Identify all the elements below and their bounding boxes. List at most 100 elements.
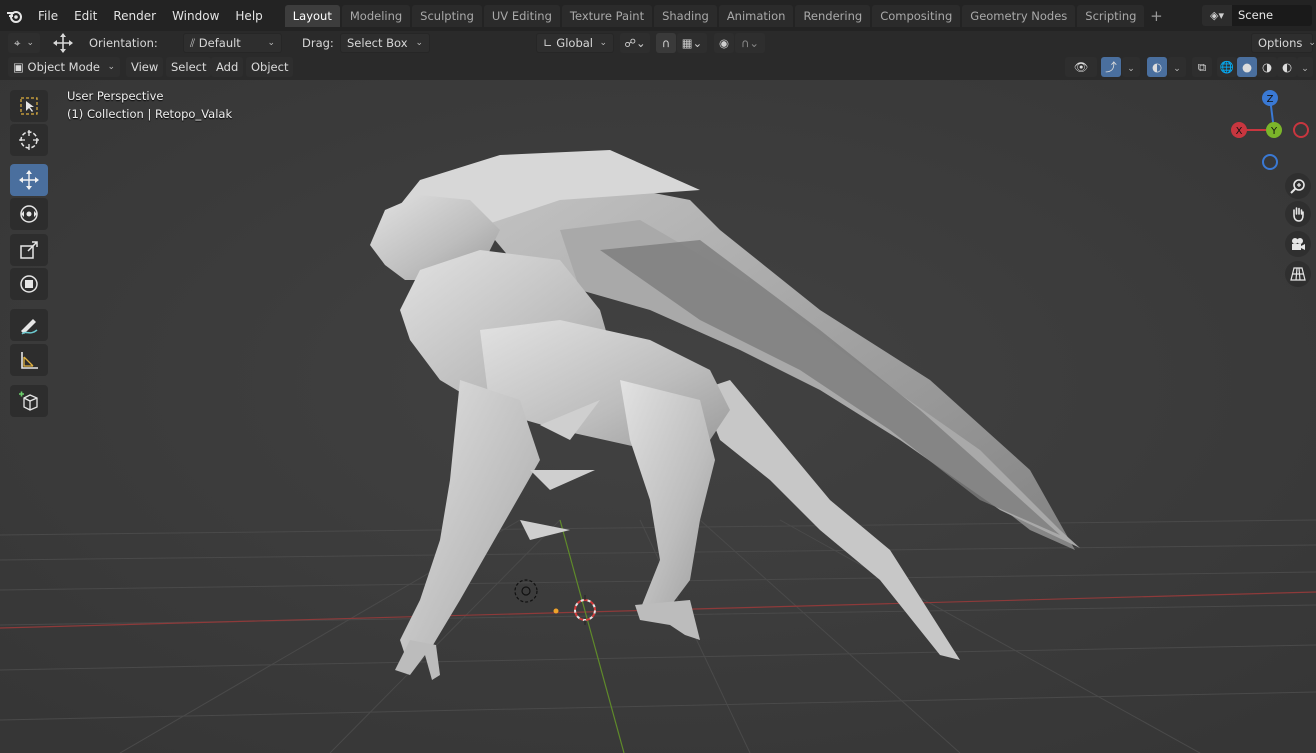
tool-select-box[interactable] (10, 90, 48, 122)
orientation-dropdown[interactable]: ⫽ Default ⌄ (183, 33, 282, 53)
add-workspace-button[interactable]: + (1146, 7, 1166, 25)
chevron-down-icon: ⌄ (1308, 38, 1316, 48)
visibility-dropdown[interactable]: 👁⌄ (1065, 57, 1097, 94)
measure-icon (21, 352, 38, 369)
solid-sphere-icon: ● (1241, 60, 1253, 74)
options-label: Options (1258, 36, 1303, 50)
scene-icon[interactable]: ◈▾ (1202, 5, 1232, 26)
tab-rendering[interactable]: Rendering (795, 4, 871, 27)
blender-logo-icon[interactable] (0, 0, 30, 31)
perspective-toggle-button[interactable] (1285, 261, 1311, 287)
menu-file[interactable]: File (30, 5, 66, 27)
tool-cursor[interactable] (10, 124, 48, 156)
gizmo-dropdown[interactable]: ⌄ (1122, 57, 1140, 77)
material-sphere-icon: ◑ (1261, 60, 1273, 74)
tab-uv-editing[interactable]: UV Editing (483, 4, 560, 27)
transform-orientation-value: Global (556, 36, 593, 50)
falloff-curve-icon: ∩⌄ (740, 36, 760, 50)
tool-transform[interactable] (10, 268, 48, 300)
mode-value: Object Mode (27, 60, 100, 74)
3d-viewport[interactable]: Z X Y User Perspective (1) Collection | … (0, 80, 1316, 753)
menu-render[interactable]: Render (105, 5, 164, 27)
scene-canvas[interactable]: Z X Y (0, 80, 1316, 753)
chevron-down-icon: ⌄ (1127, 64, 1135, 74)
gizmo-icon: ⤴ (1105, 60, 1117, 74)
shading-dropdown[interactable]: ⌄ (1297, 57, 1313, 77)
shading-material[interactable]: ◑ (1257, 57, 1277, 77)
transform-orientation-dropdown[interactable]: ∟ Global ⌄ (536, 33, 614, 53)
proportional-edit-toggle[interactable]: ◉ (714, 33, 734, 53)
menu-window[interactable]: Window (164, 5, 227, 27)
scale-icon (20, 241, 38, 259)
rotate-icon (20, 205, 38, 223)
workspace-tabs: Layout Modeling Sculpting UV Editing Tex… (284, 0, 1167, 31)
menu-object[interactable]: Object (246, 57, 294, 77)
tab-geometry-nodes[interactable]: Geometry Nodes (962, 4, 1076, 27)
tab-modeling[interactable]: Modeling (341, 4, 411, 27)
tab-shading[interactable]: Shading (654, 4, 717, 27)
tab-scripting[interactable]: Scripting (1077, 4, 1145, 27)
shading-wireframe[interactable]: 🌐 (1217, 57, 1237, 77)
scene-name-field[interactable]: Scene (1232, 5, 1312, 26)
object-origin-dot (553, 608, 559, 614)
camera-view-button[interactable] (1285, 231, 1311, 257)
scene-selector[interactable]: ◈▾ Scene (1202, 5, 1312, 26)
wireframe-sphere-icon: 🌐 (1219, 60, 1235, 74)
orientation-label: Orientation: (89, 36, 158, 50)
pivot-icon: ⌖ (13, 35, 21, 50)
orientation-axes-icon: ⫽ (190, 36, 196, 50)
menu-select[interactable]: Select (166, 57, 212, 77)
chevron-down-icon: ⌄ (1173, 64, 1181, 74)
magnet-icon: ∩ (661, 36, 671, 50)
menu-help[interactable]: Help (227, 5, 270, 27)
cursor-icon (19, 130, 39, 150)
tab-sculpting[interactable]: Sculpting (412, 4, 482, 27)
zoom-button[interactable] (1285, 173, 1311, 199)
overlays-dropdown[interactable]: ⌄ (1168, 57, 1186, 77)
grid-perspective-icon (1290, 267, 1306, 281)
link-icon: ☍⌄ (624, 36, 646, 50)
menu-edit[interactable]: Edit (66, 5, 105, 27)
move-tool-icon[interactable] (50, 33, 76, 53)
gizmo-y-label: Y (1270, 126, 1278, 137)
proportional-circle-icon: ◉ (718, 36, 730, 50)
overlays-icon: ◐ (1151, 60, 1163, 74)
overlays-toggle[interactable]: ◐ (1147, 57, 1167, 77)
move-icon (19, 170, 39, 190)
gizmo-z-label: Z (1267, 94, 1274, 105)
snap-toggle[interactable]: ∩ (656, 33, 676, 53)
snap-target-dropdown[interactable]: ▦⌄ (677, 33, 707, 53)
active-collection-label: (1) Collection | Retopo_Valak (67, 107, 233, 121)
xray-toggle[interactable]: ⧉ (1192, 57, 1212, 77)
camera-icon (1292, 238, 1305, 250)
tool-annotate[interactable] (10, 309, 48, 341)
tool-rotate[interactable] (10, 198, 48, 230)
gizmo-toggle[interactable]: ⤴ (1101, 57, 1121, 77)
mode-dropdown[interactable]: ▣ Object Mode ⌄ (8, 57, 120, 77)
proportional-falloff-dropdown[interactable]: ∩⌄ (735, 33, 765, 53)
options-dropdown[interactable]: Options ⌄ (1251, 33, 1316, 53)
drag-dropdown[interactable]: Select Box ⌄ (340, 33, 430, 53)
orientation-value: Default (198, 36, 241, 50)
tab-texture-paint[interactable]: Texture Paint (561, 4, 653, 27)
tool-measure[interactable] (10, 344, 48, 376)
tab-compositing[interactable]: Compositing (872, 4, 961, 27)
menu-add[interactable]: Add (211, 57, 244, 77)
pivot-point-dropdown[interactable]: ☍⌄ (620, 33, 650, 53)
shading-rendered[interactable]: ◐ (1277, 57, 1297, 77)
menu-view[interactable]: View (126, 57, 164, 77)
pan-button[interactable] (1285, 201, 1311, 227)
chevron-down-icon: ⌄ (107, 62, 115, 72)
rendered-sphere-icon: ◐ (1281, 60, 1293, 74)
tab-layout[interactable]: Layout (284, 4, 340, 27)
tab-animation[interactable]: Animation (718, 4, 794, 27)
transform-pivot-dropdown[interactable]: ⌖ ⌄ (8, 33, 40, 53)
shading-solid[interactable]: ● (1237, 57, 1257, 77)
gizmo-x-label: X (1236, 126, 1243, 137)
tool-add-cube[interactable] (10, 385, 48, 417)
viewport-header: ▣ Object Mode ⌄ View Select Add Object 👁⌄… (0, 55, 1316, 94)
chevron-down-icon: ⌄ (26, 38, 35, 48)
tool-scale[interactable] (10, 234, 48, 266)
transform-icon (20, 275, 38, 293)
tool-move[interactable] (10, 164, 48, 196)
